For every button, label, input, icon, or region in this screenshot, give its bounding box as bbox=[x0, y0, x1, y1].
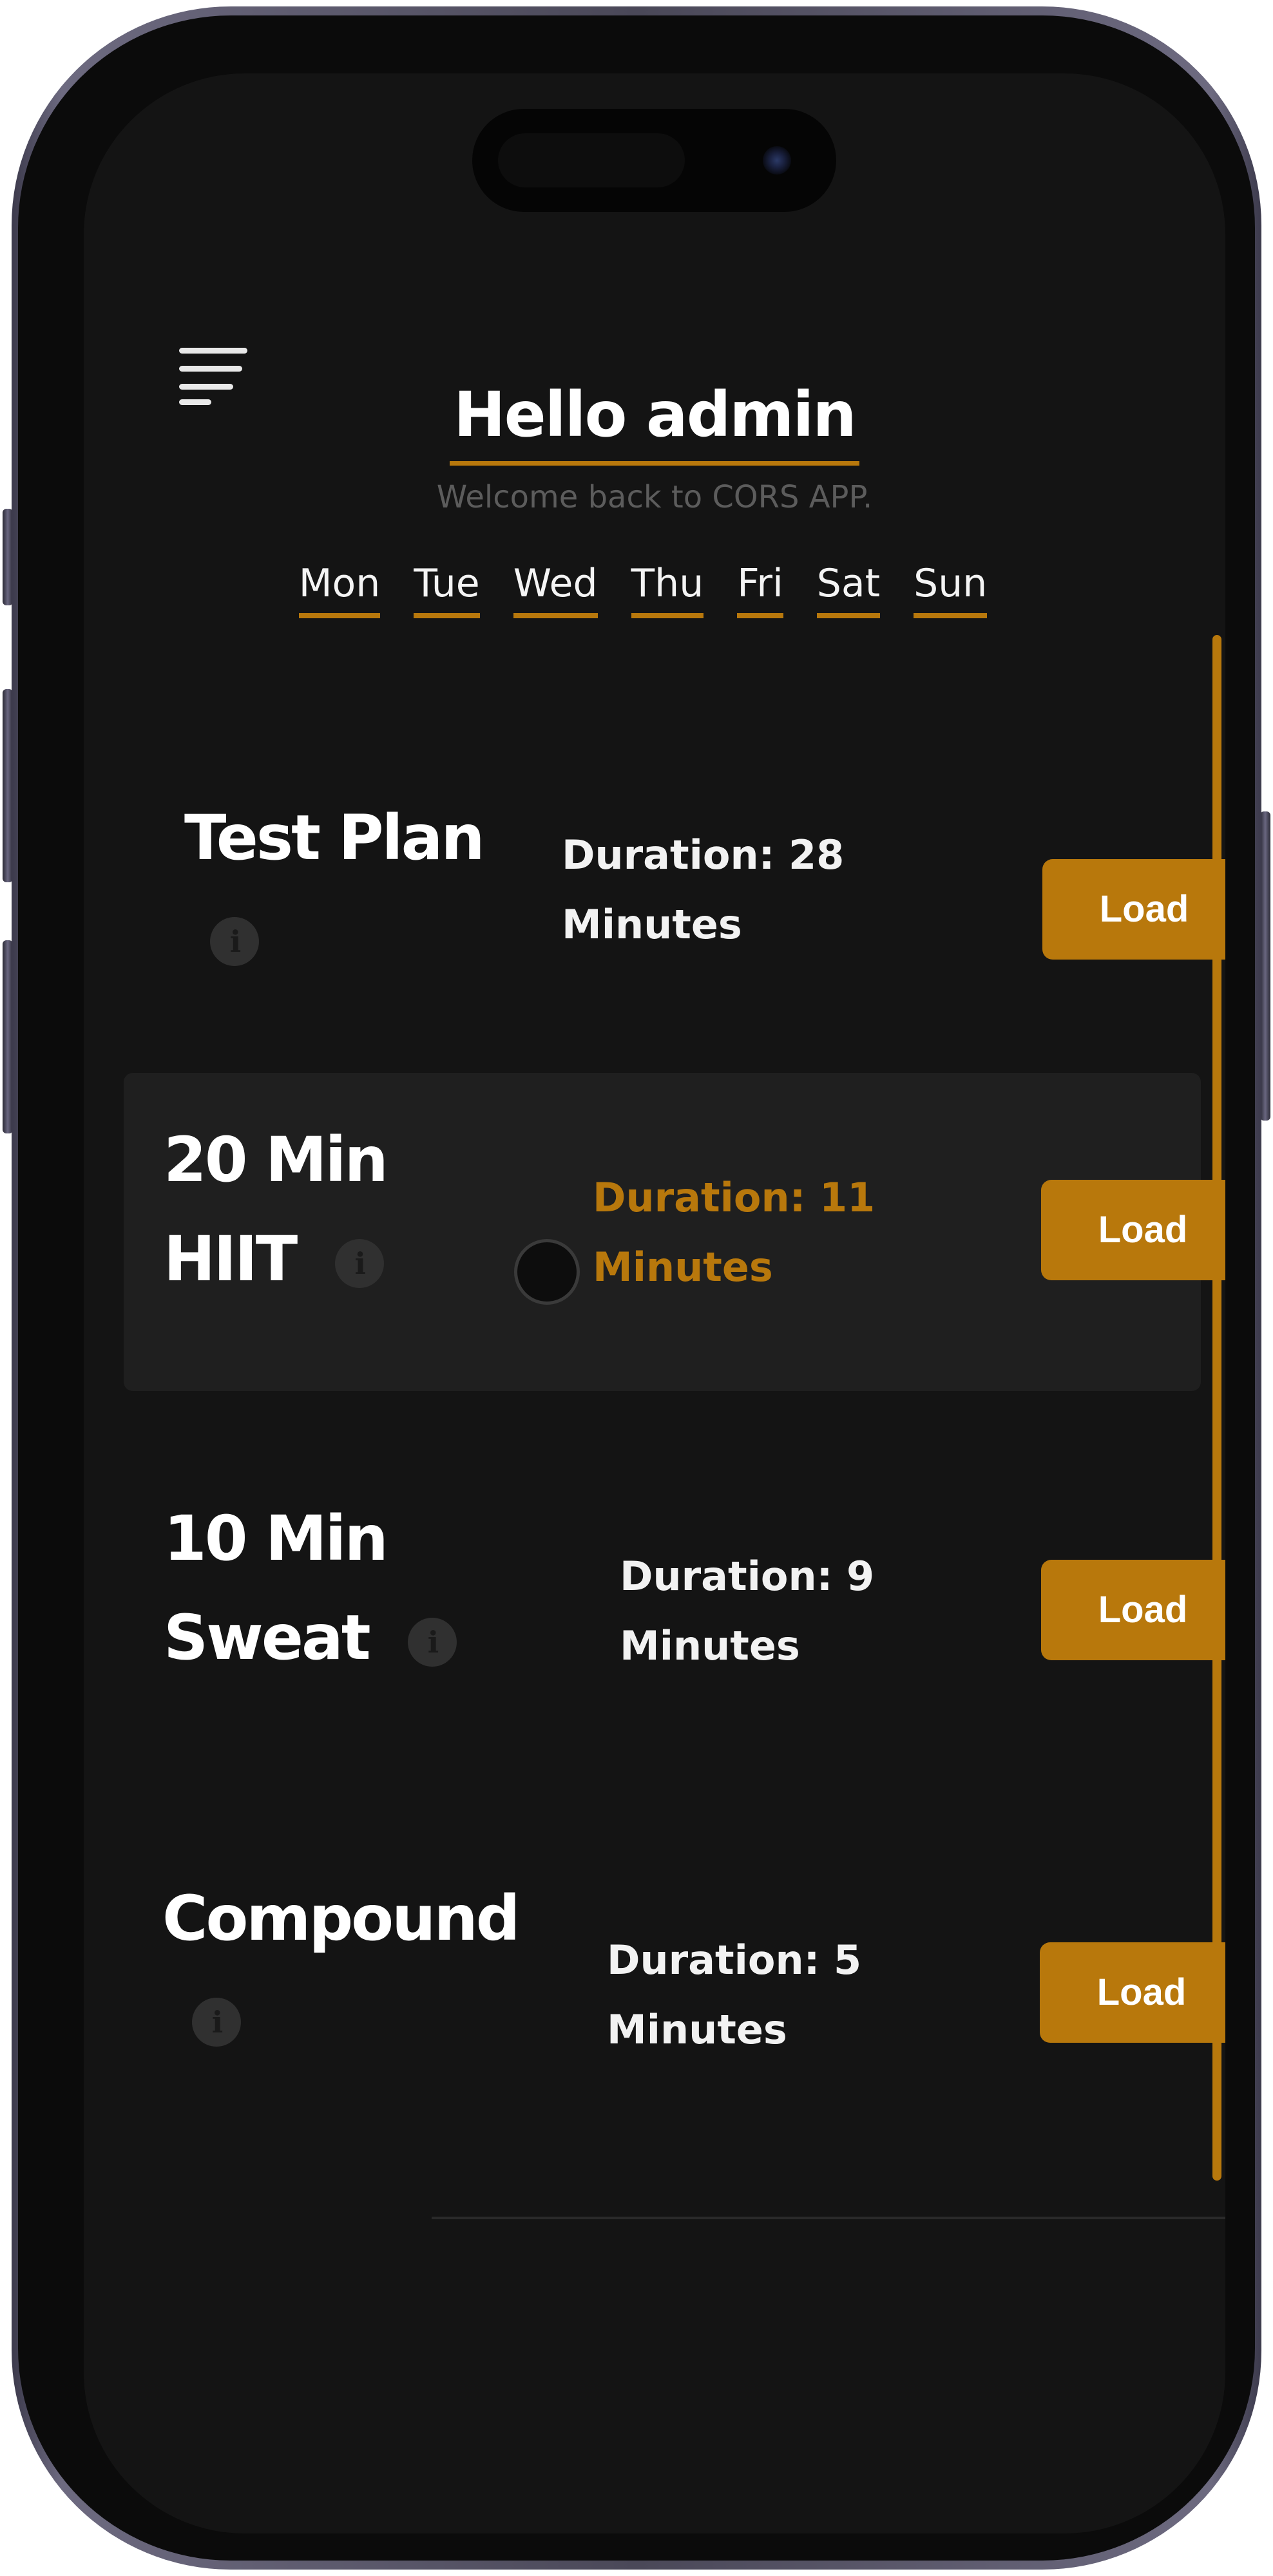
info-icon[interactable]: i bbox=[334, 1238, 384, 1288]
duration-unit: Minutes bbox=[562, 901, 742, 948]
duration-unit: Minutes bbox=[593, 1244, 773, 1291]
front-camera-icon bbox=[763, 146, 791, 175]
tab-fri[interactable]: Fri bbox=[737, 558, 783, 618]
page-title: Hello admin bbox=[450, 376, 859, 466]
plan-name-line1: 20 Min bbox=[164, 1124, 388, 1196]
duration-value: Duration: 28 bbox=[562, 831, 845, 878]
tab-wed[interactable]: Wed bbox=[513, 558, 598, 618]
plan-name: 10 Min Sweat i bbox=[164, 1489, 457, 1687]
plan-duration: Duration: 9 Minutes bbox=[620, 1542, 874, 1681]
header: Hello admin bbox=[84, 376, 1225, 466]
phone-bezel: Hello admin Welcome back to CORS APP. Mo… bbox=[18, 15, 1255, 2561]
plan-name-text: Test Plan bbox=[184, 802, 485, 874]
plan-row-compound: Compound i Duration: 5 Minutes Load bbox=[124, 1835, 1225, 2170]
plan-row-20-min-hiit: 20 Min HIIT i Duration: 11 Minutes Load bbox=[124, 1073, 1225, 1391]
duration-value: Duration: 5 bbox=[607, 1937, 862, 1984]
load-button[interactable]: Load bbox=[1041, 1180, 1225, 1280]
load-button[interactable]: Load bbox=[1040, 1942, 1225, 2043]
load-button[interactable]: Load bbox=[1042, 859, 1225, 960]
info-icon[interactable]: i bbox=[192, 1997, 241, 2047]
tab-sat[interactable]: Sat bbox=[816, 558, 881, 618]
tab-tue[interactable]: Tue bbox=[414, 558, 480, 618]
info-icon[interactable]: i bbox=[210, 916, 259, 966]
duration-value: Duration: 9 bbox=[620, 1553, 875, 1600]
plan-name: 20 Min HIIT i bbox=[164, 1110, 388, 1309]
loading-ring-icon bbox=[514, 1239, 580, 1305]
device-mockup: Hello admin Welcome back to CORS APP. Mo… bbox=[0, 0, 1273, 2576]
info-icon[interactable]: i bbox=[408, 1617, 457, 1667]
plan-name: Compound i bbox=[162, 1869, 521, 2067]
plan-row-test-plan: Test Plan i Duration: 28 Minutes Load bbox=[124, 750, 1225, 1039]
power-button bbox=[1260, 811, 1270, 1121]
load-button[interactable]: Load bbox=[1041, 1560, 1225, 1660]
plan-name-line2: Sweat bbox=[164, 1602, 371, 1674]
tab-sun[interactable]: Sun bbox=[914, 558, 988, 618]
plan-name: Test Plan i bbox=[184, 788, 485, 987]
duration-unit: Minutes bbox=[607, 2006, 787, 2053]
plan-name-line1: 10 Min bbox=[164, 1502, 388, 1575]
dynamic-island bbox=[472, 109, 836, 212]
plan-row-10-min-sweat: 10 Min Sweat i Duration: 9 Minutes Load bbox=[124, 1452, 1225, 1786]
plan-duration: Duration: 5 Minutes bbox=[607, 1926, 861, 2065]
page-subtitle: Welcome back to CORS APP. bbox=[436, 479, 873, 515]
duration-unit: Minutes bbox=[620, 1622, 800, 1669]
day-tabs: Mon Tue Wed Thu Fri Sat Sun bbox=[84, 558, 1214, 618]
island-sensor bbox=[498, 133, 685, 187]
tab-thu[interactable]: Thu bbox=[631, 558, 704, 618]
list-divider bbox=[432, 2217, 1225, 2219]
tab-mon[interactable]: Mon bbox=[298, 558, 381, 618]
duration-value: Duration: 11 bbox=[593, 1174, 876, 1221]
plan-duration: Duration: 11 Minutes bbox=[593, 1163, 875, 1302]
plan-name-text: Compound bbox=[162, 1882, 521, 1955]
app-screen: Hello admin Welcome back to CORS APP. Mo… bbox=[84, 73, 1225, 2533]
plan-duration: Duration: 28 Minutes bbox=[562, 820, 844, 960]
plan-name-line2: HIIT bbox=[164, 1223, 298, 1295]
